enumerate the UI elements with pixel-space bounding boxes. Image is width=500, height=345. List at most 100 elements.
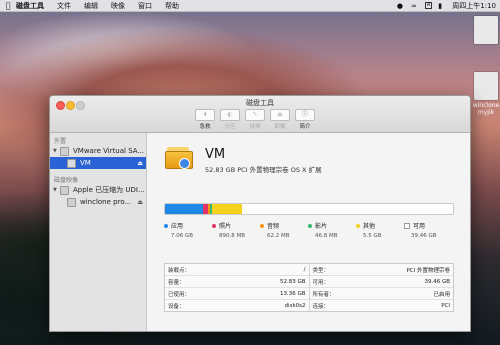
battery-icon[interactable]: ▮: [438, 2, 446, 10]
info-column-right: 类型： PCI 外置物理宗卷 可用： 39.46 GB 所有者： 已启用 连接： PCI: [308, 264, 454, 311]
sidebar-item-image-volume[interactable]: winclone pro... ⏏: [50, 196, 146, 208]
legend-swatch: [212, 223, 216, 228]
info-value: 已启用: [433, 291, 450, 298]
wifi-icon[interactable]: ≈: [411, 2, 419, 10]
toolbar: ⚕ 急救 ◐ 分区 ✎ 抹掉 ⏏ 卸载 ⓘ 简介: [195, 109, 315, 130]
info-row-capacity: 容量： 52.83 GB: [165, 276, 309, 288]
info-value: PCI: [441, 302, 450, 309]
disk-utility-window: 磁盘工具 ⚕ 急救 ◐ 分区 ✎ 抹掉 ⏏ 卸载 ⓘ 简介 外置 ▼ VMwar…: [49, 95, 471, 332]
info-key: 类型：: [312, 267, 330, 274]
legend-label: 照片: [219, 223, 232, 230]
info-key: 设备：: [168, 303, 185, 310]
info-key: 连接：: [312, 303, 330, 310]
menubar-clock[interactable]: 周四上午1:10: [452, 1, 496, 11]
volume-info-table: 装载点： / 容量： 52.83 GB 已使用： 13.36 GB 设备： disk0s…: [164, 263, 454, 312]
legend-label: 可用: [413, 223, 426, 230]
legend-size: 39.46 GB: [411, 233, 437, 239]
sidebar-item-label: VMware Virtual SA...: [73, 147, 145, 155]
usage-segment-available: [241, 204, 453, 214]
disclosure-triangle-icon[interactable]: ▼: [53, 148, 58, 154]
menu-file[interactable]: 文件: [57, 1, 71, 11]
main-panel: VM 52.83 GB PCI 外置物理宗卷 OS X 扩展 应用 7.06 G…: [147, 133, 470, 331]
info-column-left: 装载点： / 容量： 52.83 GB 已使用： 13.36 GB 设备： disk0s…: [165, 264, 309, 311]
menu-app-name[interactable]: 磁盘工具: [16, 1, 44, 11]
volume-description: 52.83 GB PCI 外置物理宗卷 OS X 扩展: [205, 166, 322, 174]
sidebar-item-external-disk[interactable]: ▼ VMware Virtual SA...: [50, 145, 146, 157]
unmount-button[interactable]: ⏏ 卸载: [270, 109, 290, 130]
legend-size: 890.8 MB: [219, 233, 246, 239]
menu-window[interactable]: 窗口: [138, 1, 152, 11]
legend-photos: 照片 890.8 MB: [212, 221, 260, 239]
menu-help[interactable]: 帮助: [165, 1, 179, 11]
menu-edit[interactable]: 编辑: [84, 1, 98, 11]
stethoscope-icon: ⚕: [195, 109, 215, 121]
external-drive-icon: [165, 145, 193, 169]
desktop-file-1[interactable]: [472, 16, 500, 46]
sidebar-item-image-disk[interactable]: ▼ Apple 已压缩为 UDI...: [50, 184, 146, 196]
info-value: PCI 外置物理宗卷: [406, 267, 450, 274]
legend-available: 可用 39.46 GB: [404, 221, 452, 239]
erase-icon: ✎: [245, 109, 265, 121]
legend-label: 应用: [171, 223, 184, 230]
status-menu-icon[interactable]: ●: [397, 2, 405, 10]
toolbar-label: 卸载: [274, 124, 286, 130]
info-key: 装载点：: [168, 267, 191, 274]
legend-other: 其他 5.5 GB: [356, 221, 404, 239]
window-title: 磁盘工具: [246, 99, 274, 107]
usage-segment-other: [211, 204, 242, 214]
info-key: 可用：: [312, 279, 330, 286]
info-button[interactable]: ⓘ 简介: [295, 109, 315, 130]
info-row-used: 已使用： 13.36 GB: [165, 288, 309, 300]
disclosure-triangle-icon[interactable]: ▼: [53, 187, 58, 193]
partition-button[interactable]: ◐ 分区: [220, 109, 240, 130]
legend-swatch: [164, 223, 168, 228]
sidebar-item-vm-volume[interactable]: VM ⏏: [50, 157, 146, 169]
volume-icon: [67, 158, 76, 168]
storage-legend: 应用 7.06 GB 照片 890.8 MB 音频 62.2 MB 影片 46.…: [164, 221, 454, 239]
legend-audio: 音频 62.2 MB: [260, 221, 308, 239]
legend-size: 7.06 GB: [171, 233, 194, 239]
disk-image-icon: [60, 185, 69, 195]
sidebar-item-label: VM: [80, 159, 91, 167]
apple-logo-icon[interactable]: : [0, 1, 16, 10]
desktop-file-2[interactable]: winclone myjik: [472, 72, 500, 116]
legend-swatch: [260, 223, 264, 228]
sidebar-section-images: 磁盘映像: [54, 177, 79, 184]
menu-bar:  磁盘工具 文件 编辑 映像 窗口 帮助 ● ≈ A ▮ 周四上午1:10: [0, 0, 500, 12]
legend-swatch: [356, 223, 360, 228]
legend-size: 62.2 MB: [267, 233, 290, 239]
legend-label: 音频: [267, 223, 280, 230]
info-value: /: [303, 266, 306, 273]
legend-label: 其他: [363, 223, 376, 230]
unmount-icon: ⏏: [270, 109, 290, 121]
legend-movies: 影片 46.8 MB: [308, 221, 356, 239]
toolbar-label: 抹掉: [249, 124, 261, 130]
first-aid-button[interactable]: ⚕ 急救: [195, 109, 215, 130]
eject-icon[interactable]: ⏏: [137, 199, 143, 206]
info-key: 容量：: [168, 279, 185, 286]
window-titlebar[interactable]: 磁盘工具 ⚕ 急救 ◐ 分区 ✎ 抹掉 ⏏ 卸载 ⓘ 简介: [50, 96, 470, 133]
info-value: 39.46 GB: [424, 278, 450, 285]
info-row-mount-point: 装载点： /: [165, 264, 309, 276]
info-row-available: 可用： 39.46 GB: [309, 276, 453, 288]
legend-swatch: [404, 222, 410, 229]
info-row-device: 设备： disk0s2: [165, 300, 309, 311]
info-row-owners: 所有者： 已启用: [309, 288, 453, 300]
legend-label: 影片: [315, 223, 328, 230]
menu-image[interactable]: 映像: [111, 1, 125, 11]
eject-icon[interactable]: ⏏: [137, 160, 143, 167]
info-value: disk0s2: [284, 302, 306, 309]
info-value: 13.36 GB: [279, 290, 306, 297]
info-row-type: 类型： PCI 外置物理宗卷: [309, 264, 453, 276]
info-key: 已使用：: [168, 291, 191, 298]
volume-name: VM: [205, 147, 226, 162]
info-row-connection: 连接： PCI: [310, 300, 454, 311]
document-icon: [474, 16, 498, 44]
erase-button[interactable]: ✎ 抹掉: [245, 109, 265, 130]
legend-swatch: [308, 223, 312, 228]
desktop-file-label: winclone myjik: [472, 102, 500, 116]
legend-size: 46.8 MB: [315, 233, 338, 239]
info-key: 所有者：: [312, 291, 335, 298]
sidebar-item-label: winclone pro...: [80, 198, 132, 206]
input-source-icon[interactable]: A: [424, 2, 433, 9]
